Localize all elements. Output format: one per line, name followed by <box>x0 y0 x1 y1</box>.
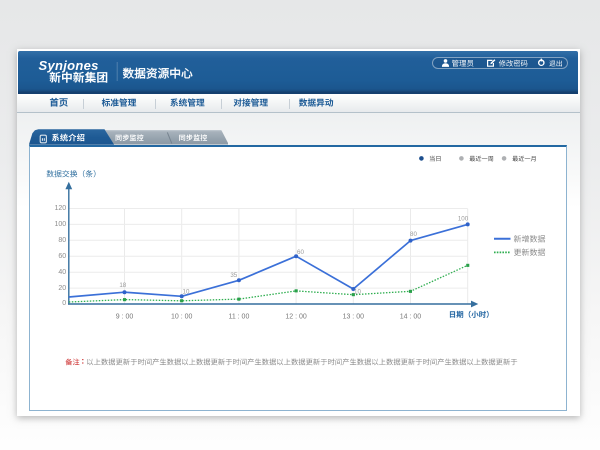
svg-text:0: 0 <box>62 300 66 307</box>
svg-text:13 : 00: 13 : 00 <box>343 314 365 321</box>
svg-text:60: 60 <box>58 253 66 260</box>
svg-text:40: 40 <box>58 269 66 276</box>
svg-text:10: 10 <box>183 289 190 296</box>
svg-text:10: 10 <box>354 288 361 295</box>
svg-text:35: 35 <box>230 272 237 279</box>
svg-text:12 : 00: 12 : 00 <box>285 314 307 321</box>
svg-text:18: 18 <box>119 282 126 289</box>
svg-text:80: 80 <box>410 231 417 238</box>
svg-text:11 : 00: 11 : 00 <box>228 314 249 321</box>
svg-text:9 : 00: 9 : 00 <box>116 314 134 321</box>
svg-text:100: 100 <box>55 221 67 228</box>
svg-text:100: 100 <box>458 216 469 223</box>
svg-text:60: 60 <box>297 249 304 256</box>
svg-text:80: 80 <box>58 237 66 244</box>
svg-text:10 : 00: 10 : 00 <box>171 314 193 321</box>
svg-text:120: 120 <box>55 205 67 212</box>
svg-text:14 : 00: 14 : 00 <box>400 314 422 321</box>
svg-text:20: 20 <box>58 285 66 292</box>
